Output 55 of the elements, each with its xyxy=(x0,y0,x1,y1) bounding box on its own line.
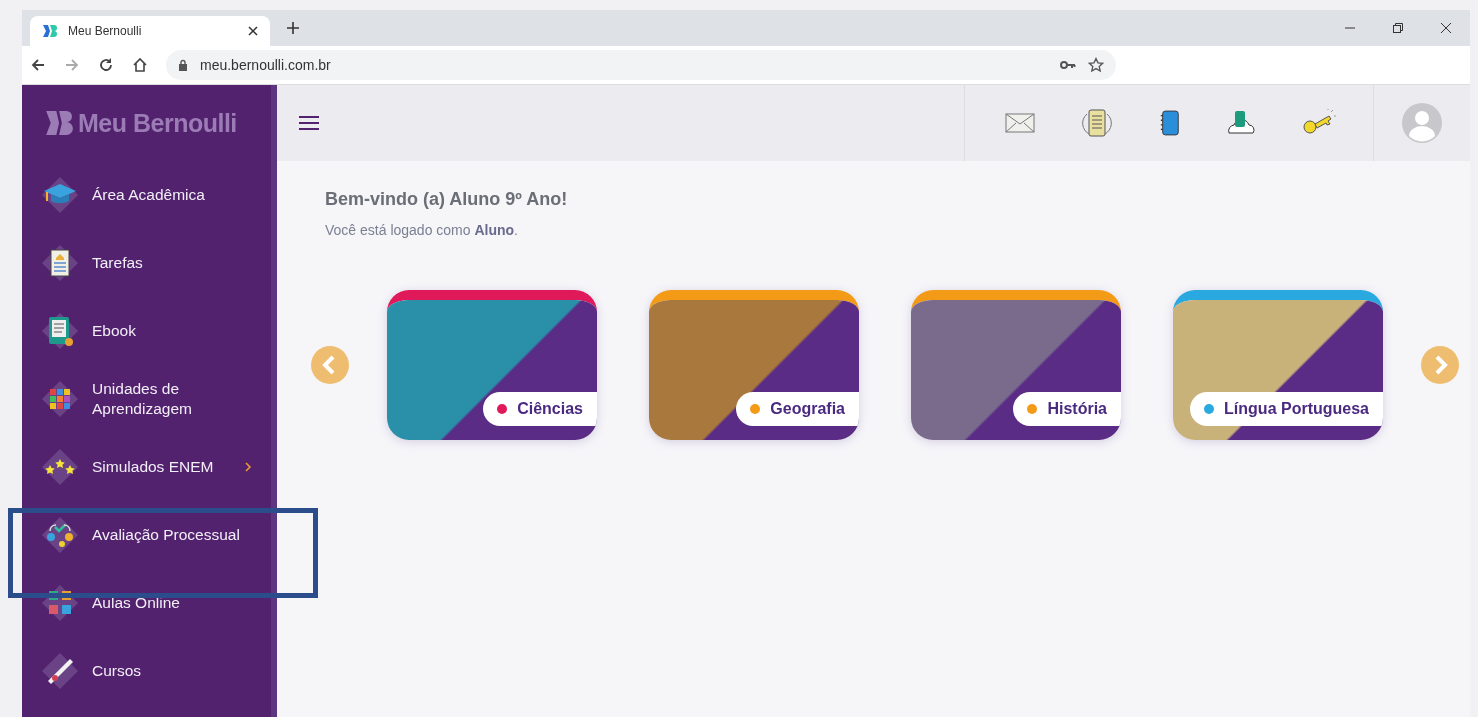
cloud-icon[interactable] xyxy=(1225,109,1257,137)
subject-label: Língua Portuguesa xyxy=(1224,400,1369,418)
graduation-cap-icon xyxy=(40,175,80,215)
sidebar-label: Área Acadêmica xyxy=(92,185,206,205)
subject-label: Ciências xyxy=(517,400,583,418)
envelope-icon[interactable] xyxy=(1005,111,1035,135)
new-tab-icon[interactable] xyxy=(286,21,300,35)
subject-label: História xyxy=(1047,400,1107,418)
sidebar-item[interactable]: Ebook xyxy=(22,297,271,365)
key-icon[interactable] xyxy=(1060,60,1076,70)
browser-tab[interactable]: Meu Bernoulli xyxy=(30,16,270,46)
subject-card[interactable]: História xyxy=(911,290,1121,440)
home-icon[interactable] xyxy=(132,57,148,73)
sidebar-label: Avaliação Processual xyxy=(92,525,241,545)
tablet-icon xyxy=(40,311,80,351)
sidebar-item[interactable]: Simulados ENEM xyxy=(22,433,271,501)
close-icon[interactable] xyxy=(1440,22,1452,34)
logo-icon xyxy=(42,23,58,39)
key-icon[interactable] xyxy=(1301,109,1337,137)
menu-icon[interactable] xyxy=(299,115,319,131)
cube-icon xyxy=(40,379,80,419)
subject-card[interactable]: Língua Portuguesa xyxy=(1173,290,1383,440)
sidebar-label: Tarefas xyxy=(92,253,144,273)
logo-text: Meu Bernoulli xyxy=(78,108,237,138)
sidebar-label: Aulas Online xyxy=(92,593,181,613)
reload-icon[interactable] xyxy=(98,57,114,73)
sidebar-item[interactable]: Unidades de Aprendizagem xyxy=(22,365,271,433)
sidebar-item[interactable]: Tarefas xyxy=(22,229,271,297)
lock-icon xyxy=(178,59,188,71)
welcome-title: Bem-vindo (a) Aluno 9º Ano! xyxy=(325,189,569,210)
sidebar-item[interactable]: Cursos xyxy=(22,637,271,705)
sidebar-label: Cursos xyxy=(92,661,143,681)
tab-title: Meu Bernoulli xyxy=(68,24,143,38)
star-icon[interactable] xyxy=(1088,57,1104,73)
document-icon[interactable] xyxy=(1079,108,1115,138)
stars-icon xyxy=(40,447,80,487)
notebook-icon[interactable] xyxy=(1159,109,1181,137)
address-bar[interactable]: meu.bernoulli.com.br xyxy=(166,50,1116,80)
sidebar-item[interactable]: Avaliação Processual xyxy=(22,501,271,569)
login-status-text: Você está logado como Aluno. xyxy=(325,222,519,238)
subject-card[interactable]: Geografia xyxy=(649,290,859,440)
back-arrow-icon[interactable] xyxy=(30,57,46,73)
sidebar-label: Unidades de Aprendizagem xyxy=(92,379,193,419)
restore-icon[interactable] xyxy=(1392,22,1404,34)
subject-card[interactable]: Ciências xyxy=(387,290,597,440)
sidebar-item[interactable]: Área Acadêmica xyxy=(22,161,271,229)
sidebar-label: Ebook xyxy=(92,321,137,341)
close-tab-icon[interactable] xyxy=(248,26,258,36)
url-text: meu.bernoulli.com.br xyxy=(200,57,331,73)
sidebar-item[interactable]: Aulas Online xyxy=(22,569,271,637)
logo-icon xyxy=(46,111,74,135)
subject-label: Geografia xyxy=(770,400,845,418)
cycle-icon xyxy=(40,515,80,555)
sidebar-label: Simulados ENEM xyxy=(92,457,215,477)
clipboard-icon xyxy=(40,243,80,283)
